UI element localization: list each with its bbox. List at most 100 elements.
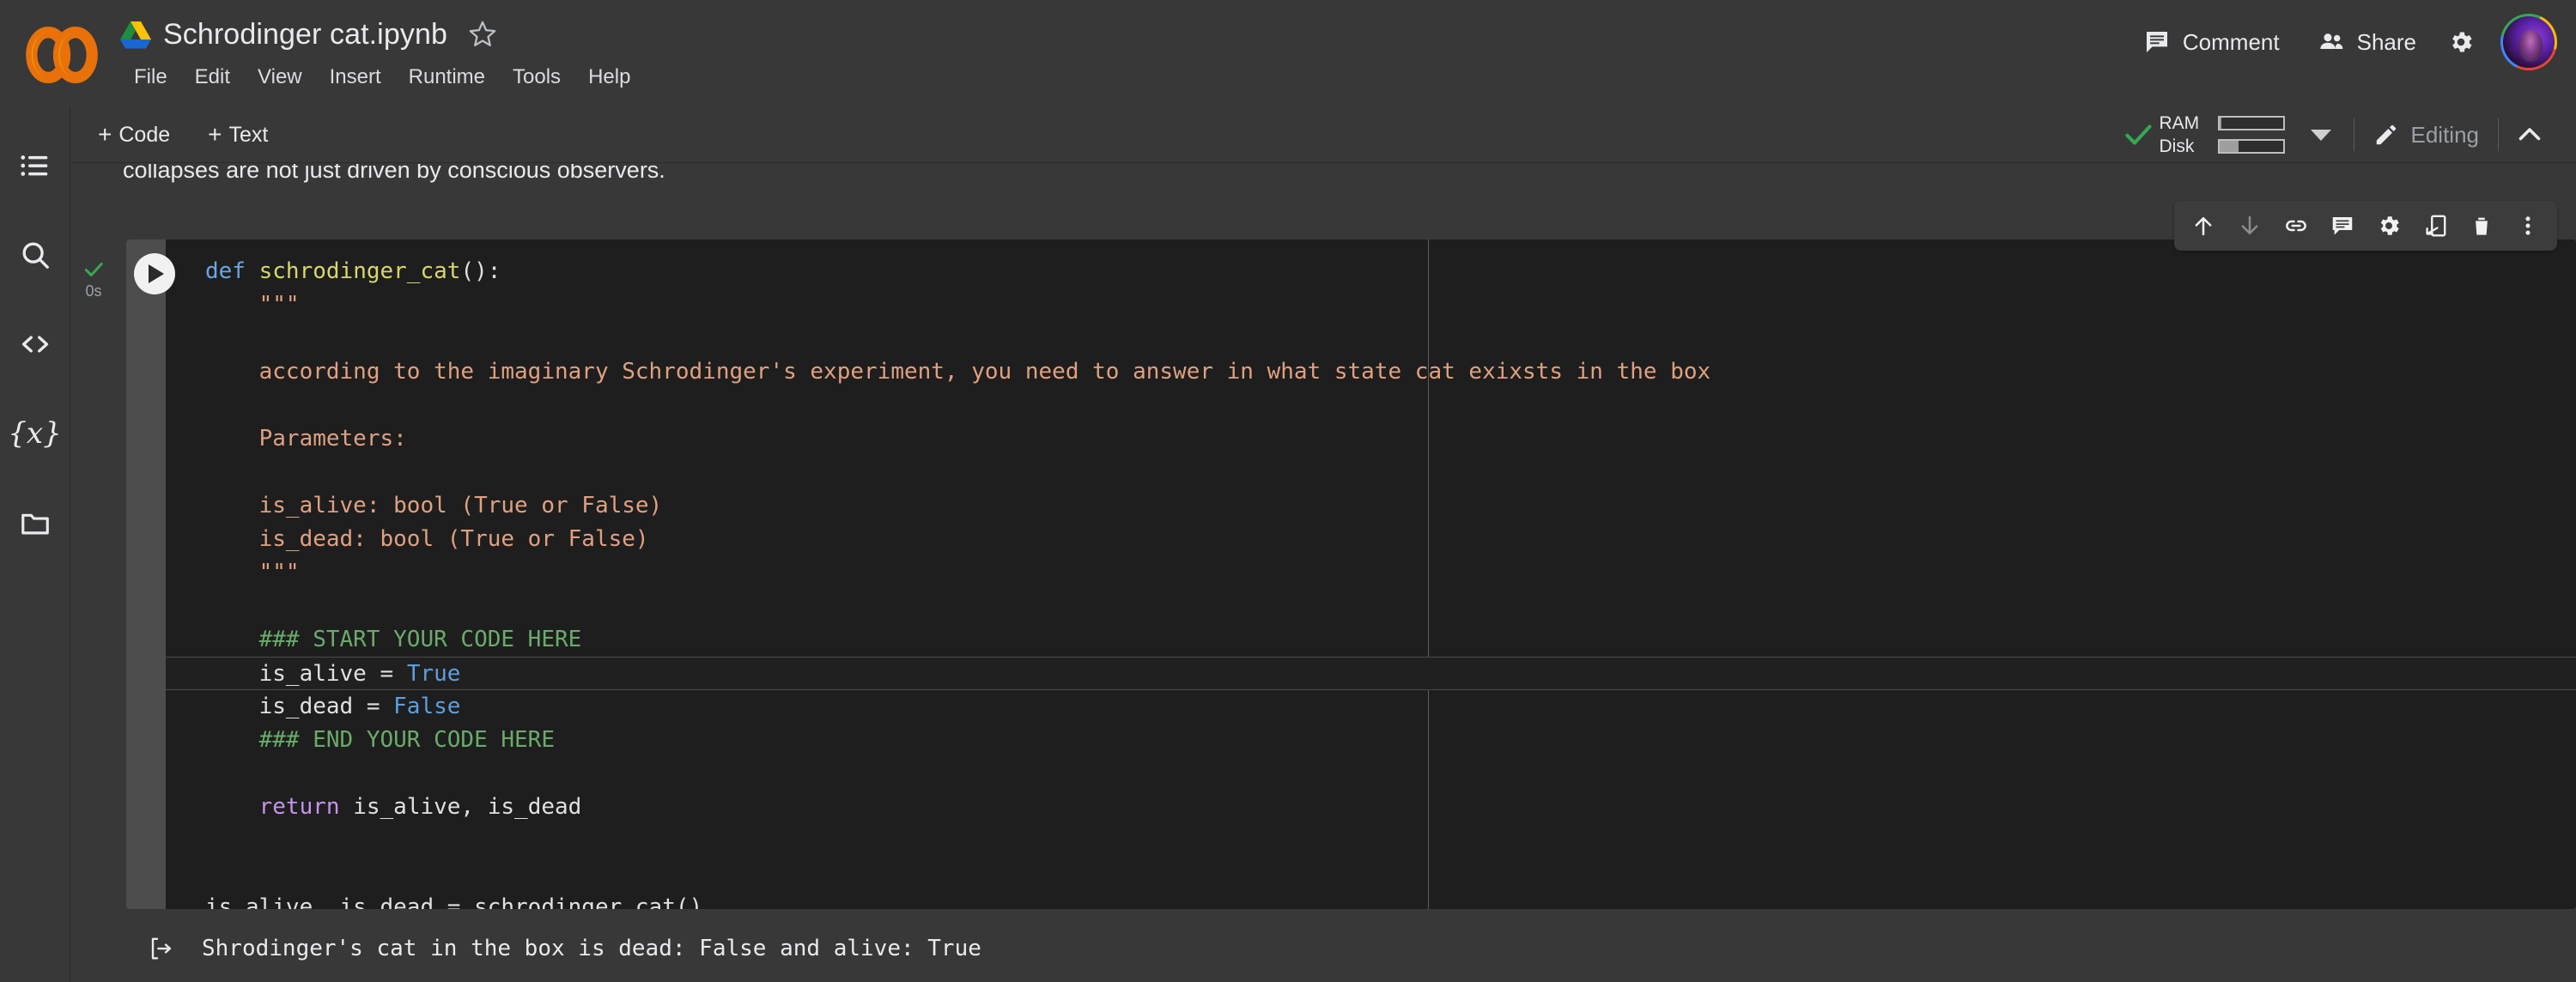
avatar[interactable]	[2500, 14, 2557, 70]
menu-view[interactable]: View	[244, 60, 316, 94]
run-cell-button[interactable]	[134, 253, 175, 294]
avatar-image	[2503, 16, 2555, 68]
code-token: True	[406, 661, 461, 687]
code-line[interactable]: def schrodinger_cat():	[166, 255, 2576, 288]
drive-icon	[120, 21, 151, 49]
folder-icon	[21, 513, 49, 535]
code-editor[interactable]: def schrodinger_cat(): """ according to …	[166, 239, 2576, 909]
more-cell-actions-button[interactable]	[2506, 205, 2550, 246]
add-text-label: Text	[228, 122, 269, 147]
code-token: schrodinger_cat	[258, 258, 461, 284]
share-button[interactable]: Share	[2300, 18, 2433, 66]
cell-output-area: Shrodinger's cat in the box is dead: Fal…	[126, 916, 2576, 981]
gear-icon	[2452, 32, 2472, 52]
add-code-cell-button[interactable]: + Code	[86, 117, 182, 154]
sidebar-item-find-replace[interactable]	[12, 232, 58, 278]
comment-icon	[2332, 217, 2353, 235]
editing-label: Editing	[2410, 121, 2480, 148]
sidebar-item-files[interactable]	[12, 500, 58, 546]
code-token: is_alive, is_dead	[339, 794, 582, 820]
menu-file[interactable]: File	[120, 60, 181, 94]
comment-button[interactable]: Comment	[2126, 18, 2297, 66]
collapse-toolbar-button[interactable]	[2499, 111, 2561, 159]
code-line[interactable]	[166, 858, 2576, 891]
code-token: is_alive =	[205, 661, 407, 687]
code-line[interactable]: is_alive = True	[166, 657, 2576, 690]
code-line[interactable]: """	[166, 288, 2576, 322]
code-line[interactable]: return is_alive, is_dead	[166, 791, 2576, 824]
disk-row: Disk	[2160, 136, 2285, 157]
code-token: """	[205, 560, 300, 585]
code-line[interactable]: is_alive, is_dead = schrodinger_cat()	[166, 891, 2576, 909]
colab-logo[interactable]	[24, 17, 100, 93]
page-title[interactable]: Schrodinger cat.ipynb	[163, 18, 447, 52]
plus-icon: +	[208, 121, 222, 148]
code-line[interactable]	[166, 389, 2576, 422]
link-to-cell-button[interactable]	[2274, 205, 2318, 246]
sidebar-item-table-of-contents[interactable]	[12, 142, 58, 189]
chevron-down-icon[interactable]	[2310, 129, 2331, 141]
code-cell-body[interactable]: def schrodinger_cat(): """ according to …	[126, 239, 2576, 909]
code-token: ### START YOUR CODE HERE	[205, 627, 582, 652]
code-token: ():	[460, 258, 501, 284]
avatar-face	[2518, 29, 2543, 62]
move-cell-up-button[interactable]	[2181, 205, 2226, 246]
code-line[interactable]: """	[166, 556, 2576, 590]
code-line[interactable]	[166, 456, 2576, 489]
variables-icon: {x}	[8, 416, 62, 451]
code-line[interactable]	[166, 824, 2576, 858]
plus-icon: +	[98, 121, 112, 148]
code-line[interactable]	[166, 590, 2576, 623]
star-icon[interactable]	[468, 20, 497, 49]
delete-cell-button[interactable]	[2459, 205, 2504, 246]
run-gutter	[126, 239, 166, 909]
code-text[interactable]: def schrodinger_cat(): """ according to …	[166, 255, 2576, 909]
menu-insert[interactable]: Insert	[316, 60, 395, 94]
ram-disk-indicator[interactable]: RAM Disk	[2160, 113, 2285, 157]
code-line[interactable]: according to the imaginary Schrodinger's…	[166, 355, 2576, 389]
share-label: Share	[2356, 28, 2416, 55]
code-line[interactable]: ### START YOUR CODE HERE	[166, 623, 2576, 657]
link-icon	[2286, 220, 2306, 232]
move-cell-down-button[interactable]	[2227, 205, 2272, 246]
output-arrow-icon	[151, 937, 172, 960]
disk-bar-fill	[2219, 141, 2239, 152]
code-line[interactable]: ### END YOUR CODE HERE	[166, 724, 2576, 757]
people-icon	[2319, 33, 2342, 49]
add-cell-buttons: + Code + Text	[86, 106, 280, 163]
sidebar-item-code-snippets[interactable]	[12, 321, 58, 367]
cell-settings-button[interactable]	[2366, 205, 2411, 246]
code-line[interactable]: Parameters:	[166, 422, 2576, 456]
chevron-up-icon	[2518, 128, 2541, 141]
code-line[interactable]	[166, 757, 2576, 791]
code-token: is_dead =	[205, 694, 394, 719]
settings-button[interactable]	[2437, 18, 2485, 66]
editing-mode-button[interactable]: Editing	[2354, 115, 2499, 155]
output-text: Shrodinger's cat in the box is dead: Fal…	[202, 936, 981, 961]
add-comment-button[interactable]	[2320, 205, 2365, 246]
markdown-cell-text[interactable]: collapses are not just driven by conscio…	[123, 164, 665, 184]
disk-label: Disk	[2159, 136, 2195, 156]
code-token: False	[393, 694, 461, 719]
top-bar: Schrodinger cat.ipynb File Edit View Ins…	[0, 0, 2576, 106]
pencil-icon	[2376, 124, 2396, 145]
menu-runtime[interactable]: Runtime	[395, 60, 499, 94]
comment-icon	[2146, 32, 2167, 52]
code-line[interactable]: is_alive: bool (True or False)	[166, 489, 2576, 523]
code-cell: 0s def schrodinger_cat(): """ according …	[71, 239, 2576, 981]
sidebar-item-variables[interactable]: {x}	[8, 410, 61, 457]
code-line[interactable]	[166, 322, 2576, 355]
menu-tools[interactable]: Tools	[499, 60, 574, 94]
add-code-label: Code	[118, 122, 171, 147]
menu-help[interactable]: Help	[574, 60, 644, 94]
cell-action-toolbar	[2174, 201, 2557, 251]
menu-bar: File Edit View Insert Runtime Tools Help	[120, 60, 644, 94]
code-line[interactable]: is_dead = False	[166, 690, 2576, 724]
document-title-row: Schrodinger cat.ipynb	[120, 10, 497, 58]
disk-bar	[2217, 139, 2285, 154]
code-line[interactable]: is_dead: bool (True or False)	[166, 523, 2576, 556]
mirror-cell-button[interactable]	[2413, 205, 2458, 246]
code-token: according to the imaginary Schrodinger's…	[205, 359, 1711, 385]
add-text-cell-button[interactable]: + Text	[196, 117, 280, 154]
menu-edit[interactable]: Edit	[181, 60, 244, 94]
